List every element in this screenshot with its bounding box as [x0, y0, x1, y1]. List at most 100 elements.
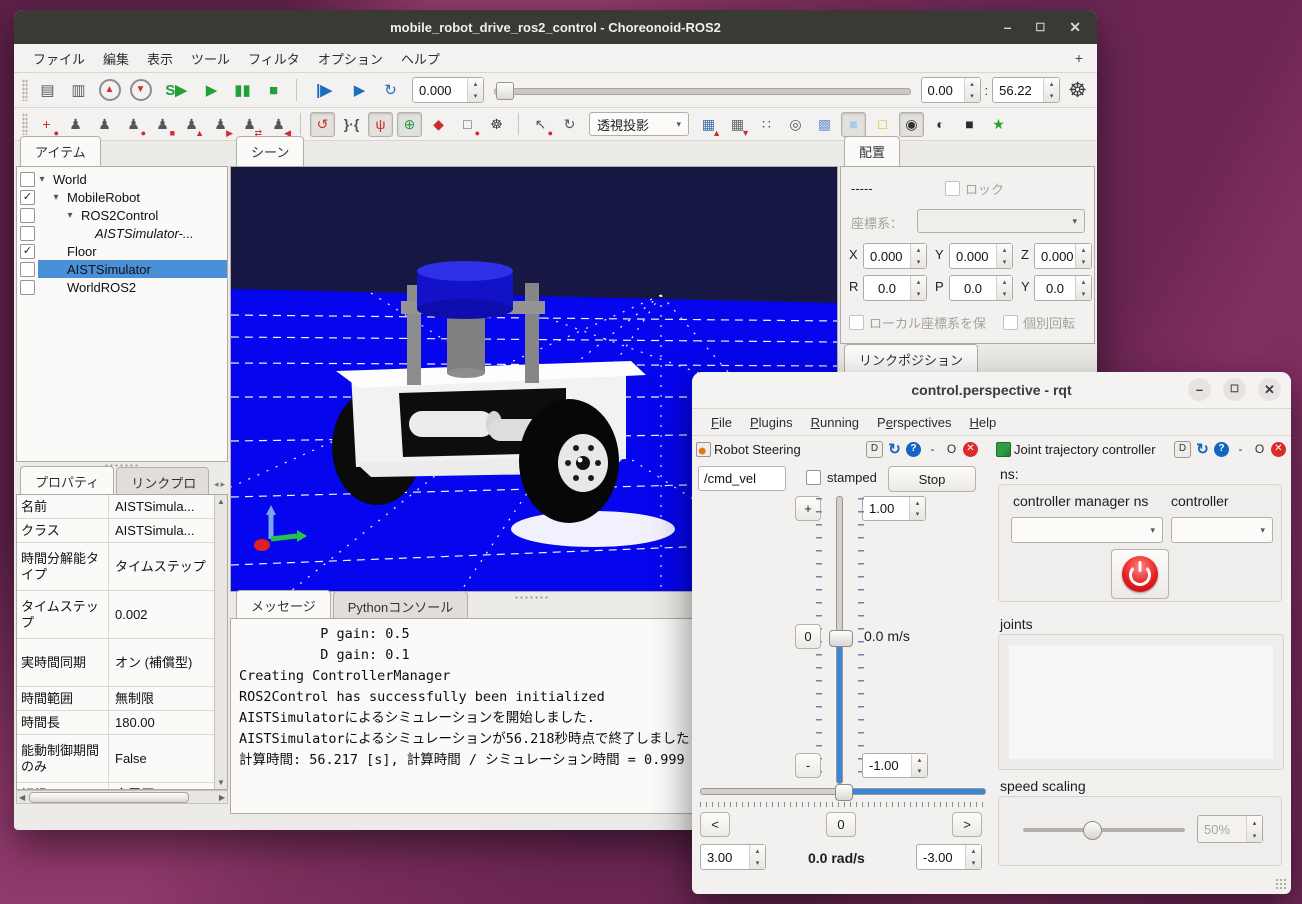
time-spin-arrows[interactable]: ▴▾	[467, 78, 483, 102]
pose-extract-icon[interactable]: ♟◀	[266, 112, 291, 137]
controller-manager-ns-select[interactable]: ▾	[1011, 517, 1163, 543]
item-checkbox-ROS2Control[interactable]	[20, 208, 35, 223]
rqt-menu-File[interactable]: File	[702, 412, 741, 433]
menu-item-フィルタ[interactable]: フィルタ	[239, 46, 309, 71]
z-spinbox[interactable]: 0.000 ▴▾	[1034, 243, 1092, 269]
collision-flash-icon[interactable]: ★	[986, 112, 1011, 137]
tree-item-WorldROS2[interactable]: WorldROS2	[17, 278, 227, 296]
close-button[interactable]: ✕	[1258, 378, 1281, 401]
linear-max-spinbox[interactable]: 1.00 ▴▾	[862, 496, 926, 521]
visibility-eye-icon[interactable]: ◉	[899, 112, 924, 137]
property-horizontal-scrollbar[interactable]: ◀ ▶	[16, 790, 228, 804]
pose-insert-icon[interactable]: ♟▶	[208, 112, 233, 137]
tab-link-properties[interactable]: リンクプロ	[116, 467, 209, 496]
playback-end-time-spinbox[interactable]: 56.22 ▴▾	[992, 77, 1060, 103]
y-value[interactable]: 0.000	[950, 244, 996, 268]
item-checkbox-Floor[interactable]: ✓	[20, 244, 35, 259]
time-value[interactable]: 0.000	[413, 78, 467, 102]
collision-cube-icon[interactable]: □●	[455, 112, 480, 137]
menu-item-ツール[interactable]: ツール	[182, 46, 239, 71]
choreonoid-titlebar[interactable]: mobile_robot_drive_ros2_control - Choreo…	[14, 10, 1097, 44]
robot-pose-icon[interactable]: ♟	[63, 112, 88, 137]
robot-steering-dock-button[interactable]: D	[866, 441, 883, 458]
resize-grip[interactable]	[1275, 878, 1287, 890]
speed-scaling-handle[interactable]	[1083, 821, 1102, 840]
jtc-dock-button[interactable]: D	[1174, 441, 1191, 458]
pitch-spinbox[interactable]: 0.0 ▴▾	[949, 275, 1013, 301]
property-value[interactable]: オン (補償型)	[109, 639, 214, 686]
time-slider-groove[interactable]	[494, 88, 911, 95]
stop-button[interactable]: Stop	[888, 466, 976, 492]
jtc-header[interactable]: Joint trajectory controller D↻?-O✕	[996, 438, 1288, 460]
tree-item-AISTSimulator[interactable]: AISTSimulator	[17, 260, 227, 278]
pose-swap-icon[interactable]: ♟⇄	[237, 112, 262, 137]
roll-value[interactable]: 0.0	[864, 276, 910, 300]
playback-start-icon[interactable]: |▶	[306, 77, 342, 104]
store-initial-state-icon[interactable]: ▲	[96, 77, 123, 104]
angular-min-value[interactable]: -3.00	[917, 845, 965, 869]
expander-icon-ROS2Control[interactable]: ▾	[63, 210, 77, 221]
tree-item-MobileRobot[interactable]: ✓▾MobileRobot	[17, 188, 227, 206]
scroll-up-icon[interactable]: ▲	[217, 497, 225, 506]
maximize-button[interactable]: ☐	[1035, 21, 1045, 34]
playback-start-arrows[interactable]: ▴▾	[964, 78, 980, 102]
joint-bracket-icon[interactable]: }·{	[339, 112, 364, 137]
individual-rotation-checkbox[interactable]	[1003, 315, 1018, 330]
menu-item-ファイル[interactable]: ファイル	[24, 46, 94, 71]
scene-gear-icon[interactable]: ☸	[484, 112, 509, 137]
property-value[interactable]: False	[109, 735, 214, 782]
jtc-reload-icon[interactable]: ↻	[1195, 442, 1210, 457]
jtc-minimize-button[interactable]: -	[1233, 442, 1248, 457]
tab-link-position[interactable]: リンクポジション	[844, 344, 978, 375]
view-rotate-icon[interactable]: ↻	[557, 112, 582, 137]
camera-fit-icon[interactable]: ▦▲	[696, 112, 721, 137]
scroll-left-icon[interactable]: ◀	[17, 793, 27, 802]
expander-icon-World[interactable]: ▾	[35, 174, 49, 185]
rqt-menu-Plugins[interactable]: Plugins	[741, 412, 802, 433]
stored-pose-left-icon[interactable]: ♟■	[150, 112, 175, 137]
restore-initial-state-icon[interactable]: ▼	[127, 77, 154, 104]
playback-start-time[interactable]: 0.00	[922, 78, 964, 102]
projection-select[interactable]: 透視投影 ▾	[589, 112, 689, 136]
y-spinbox[interactable]: 0.000 ▴▾	[949, 243, 1013, 269]
pitch-value[interactable]: 0.0	[950, 276, 996, 300]
roll-spinbox[interactable]: 0.0 ▴▾	[863, 275, 927, 301]
tree-item-AISTSimulator-...[interactable]: AISTSimulator-...	[17, 224, 227, 242]
linear-min-value[interactable]: -1.00	[863, 754, 911, 777]
time-settings-gear-icon[interactable]: ☸	[1068, 78, 1087, 103]
property-value[interactable]: 無制限	[109, 687, 214, 710]
scrollbar-thumb[interactable]	[29, 792, 189, 803]
menu-item-表示[interactable]: 表示	[138, 46, 182, 71]
property-value[interactable]: AISTSimula...	[109, 519, 214, 542]
yaw-spinbox[interactable]: 0.0 ▴▾	[1034, 275, 1092, 301]
menu-item-編集[interactable]: 編集	[94, 46, 138, 71]
menu-item-オプション[interactable]: オプション	[309, 46, 392, 71]
solid-cube-icon[interactable]: ■	[841, 112, 866, 137]
resume-simulation-icon[interactable]: ▶	[198, 77, 225, 104]
start-simulation-icon[interactable]: S▶	[158, 77, 194, 104]
time-slider-handle[interactable]	[496, 82, 514, 100]
tab-scene[interactable]: シーン	[236, 136, 304, 167]
close-button[interactable]: ✕	[1069, 19, 1081, 36]
topic-input[interactable]	[698, 466, 786, 491]
jtc-close-icon[interactable]: ✕	[1271, 442, 1286, 457]
shadow-cube-icon[interactable]: ■	[957, 112, 982, 137]
playback-end-time[interactable]: 56.22	[993, 78, 1043, 102]
property-value[interactable]: 0.002	[109, 591, 214, 638]
tree-item-World[interactable]: ▾World	[17, 170, 227, 188]
robot-steering-reload-icon[interactable]: ↻	[887, 442, 902, 457]
scroll-right-icon[interactable]: ▶	[217, 793, 227, 802]
tab-placement[interactable]: 配置	[844, 136, 900, 167]
origin-marker-icon[interactable]: +●	[34, 112, 59, 137]
jtc-help-icon[interactable]: ?	[1214, 442, 1229, 457]
item-checkbox-AISTSimulator[interactable]	[20, 262, 35, 277]
angular-max-value[interactable]: 3.00	[701, 845, 749, 869]
link-fork-icon[interactable]: ψ	[368, 112, 393, 137]
translation-handle-icon[interactable]: ⊕	[397, 112, 422, 137]
yaw-value[interactable]: 0.0	[1035, 276, 1075, 300]
x-spinbox[interactable]: 0.000 ▴▾	[863, 243, 927, 269]
speed-scaling-slider[interactable]	[1023, 828, 1185, 832]
item-checkbox-World[interactable]	[20, 172, 35, 187]
item-checkbox-WorldROS2[interactable]	[20, 280, 35, 295]
minimize-button[interactable]: –	[1004, 19, 1012, 35]
